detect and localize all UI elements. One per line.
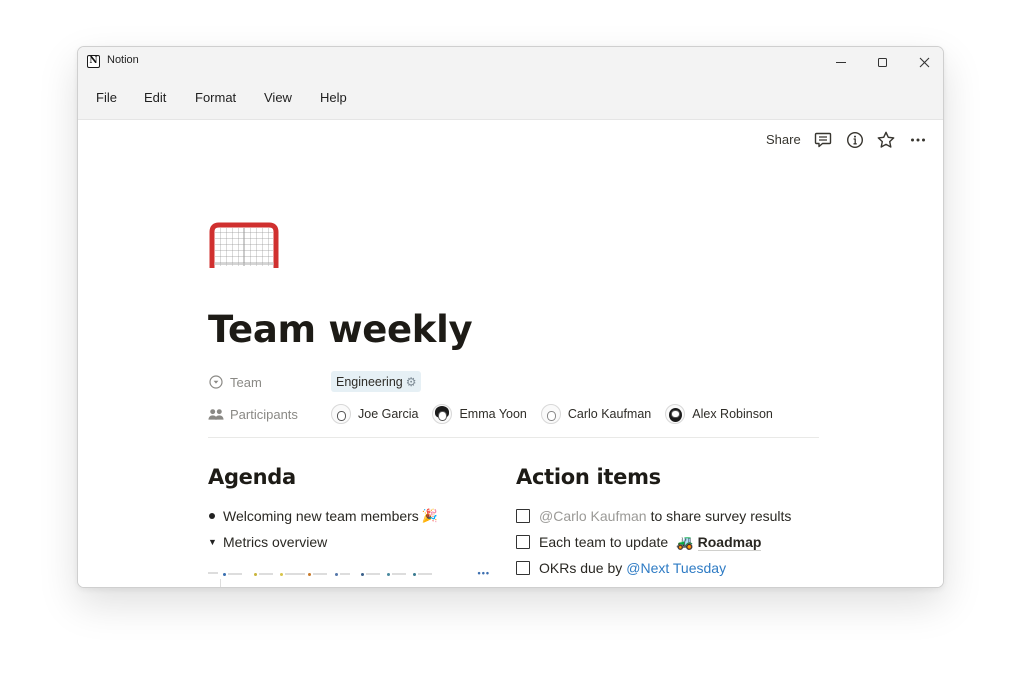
favorite-button[interactable] — [876, 130, 896, 150]
title-bar: N Notion — [78, 47, 943, 77]
legend-marker — [308, 573, 311, 576]
legend-marker — [223, 573, 226, 576]
action-items-heading[interactable]: Action items — [516, 465, 661, 489]
info-button[interactable] — [845, 130, 865, 150]
participants-list: Joe Garcia Emma Yoon Carlo Kaufman Alex … — [331, 402, 787, 426]
menu-format[interactable]: Format — [195, 90, 236, 105]
agenda-bullet-item[interactable]: Welcoming new team members 🎉 — [208, 506, 438, 526]
team-tag[interactable]: Engineering ⚙ — [331, 371, 422, 392]
legend-label — [259, 573, 273, 575]
maximize-button[interactable] — [861, 47, 903, 77]
legend-label — [228, 573, 242, 575]
property-team: Team — [208, 371, 330, 393]
info-icon — [846, 131, 864, 149]
menu-bar: File Edit Format View Help — [78, 77, 943, 120]
agenda-toggle-item[interactable]: ▼ Metrics overview — [208, 532, 327, 552]
legend-label — [418, 573, 432, 575]
participant[interactable]: Emma Yoon — [432, 404, 527, 424]
legend-label — [392, 573, 406, 575]
metrics-embed[interactable]: ••• — [208, 565, 490, 587]
user-mention[interactable]: @Carlo Kaufman — [539, 508, 647, 524]
legend-marker — [387, 573, 390, 576]
maximize-icon — [877, 57, 887, 67]
todo-text: to share survey results — [650, 508, 792, 524]
legend-marker — [413, 573, 416, 576]
avatar — [665, 404, 686, 424]
participant-name: Alex Robinson — [692, 407, 773, 421]
minimize-button[interactable] — [820, 47, 862, 77]
more-icon — [911, 138, 925, 142]
select-icon — [208, 374, 224, 390]
todo-text: OKRs due by — [539, 560, 623, 576]
comment-icon — [814, 132, 832, 148]
menu-view[interactable]: View — [264, 90, 292, 105]
date-mention[interactable]: @Next Tuesday — [626, 560, 726, 576]
close-icon — [919, 57, 929, 67]
minimize-icon — [836, 61, 846, 63]
page-content: Share Team weekly Team Engineering ⚙ Par… — [78, 120, 943, 587]
menu-edit[interactable]: Edit — [144, 90, 166, 105]
participant[interactable]: Joe Garcia — [331, 404, 418, 424]
legend-marker — [254, 573, 257, 576]
party-popper-icon: 🎉 — [421, 508, 438, 523]
app-title: Notion — [107, 54, 139, 66]
legend-label — [366, 573, 380, 575]
divider — [208, 437, 819, 438]
embed-label — [208, 572, 218, 574]
menu-help[interactable]: Help — [320, 90, 347, 105]
notion-logo-icon: N — [87, 55, 100, 68]
agenda-item-text: Welcoming new team members — [223, 508, 419, 524]
avatar — [540, 404, 561, 424]
property-participants: Participants — [208, 403, 330, 425]
gear-icon: ⚙ — [405, 374, 417, 389]
participant[interactable]: Carlo Kaufman — [540, 404, 652, 424]
roadmap-page-link[interactable]: Roadmap — [697, 534, 762, 551]
comments-button[interactable] — [813, 130, 833, 150]
menu-file[interactable]: File — [96, 90, 117, 105]
participant[interactable]: Alex Robinson — [665, 404, 773, 424]
legend-label — [285, 573, 305, 575]
app-window: N Notion File Edit Format View Help Shar… — [77, 46, 944, 588]
todo-checkbox[interactable] — [516, 561, 530, 575]
embed-more-button[interactable]: ••• — [478, 568, 490, 578]
hockey-goal-icon[interactable] — [208, 220, 280, 274]
embed-axis — [220, 579, 221, 587]
bullet-icon — [209, 513, 215, 519]
avatar — [432, 404, 453, 424]
property-label-team: Team — [230, 374, 262, 390]
legend-marker — [335, 573, 338, 576]
agenda-heading[interactable]: Agenda — [208, 465, 296, 489]
todo-item: @Carlo Kaufman to share survey results — [516, 506, 791, 526]
page-title[interactable]: Team weekly — [208, 308, 473, 351]
share-button[interactable]: Share — [766, 132, 801, 147]
todo-checkbox[interactable] — [516, 509, 530, 523]
participant-name: Joe Garcia — [358, 407, 419, 421]
participant-name: Emma Yoon — [459, 407, 527, 421]
avatar — [331, 404, 351, 424]
legend-marker — [280, 573, 283, 576]
agenda-item-text: Metrics overview — [223, 534, 328, 550]
star-icon — [877, 131, 895, 148]
todo-item: OKRs due by @Next Tuesday — [516, 558, 726, 578]
close-button[interactable] — [903, 47, 943, 77]
toggle-expanded-icon[interactable]: ▼ — [208, 537, 217, 547]
todo-checkbox[interactable] — [516, 535, 530, 549]
tractor-icon: 🚜 — [676, 533, 694, 550]
todo-text: Each team to update — [539, 534, 669, 550]
people-icon — [208, 406, 224, 422]
team-value: Engineering — [336, 374, 403, 389]
legend-marker — [361, 573, 364, 576]
more-button[interactable] — [908, 130, 928, 150]
todo-item: Each team to update 🚜 Roadmap — [516, 532, 762, 552]
legend-label — [313, 573, 327, 575]
property-label-participants: Participants — [230, 406, 298, 422]
legend-label — [340, 573, 350, 575]
participant-name: Carlo Kaufman — [567, 407, 652, 421]
